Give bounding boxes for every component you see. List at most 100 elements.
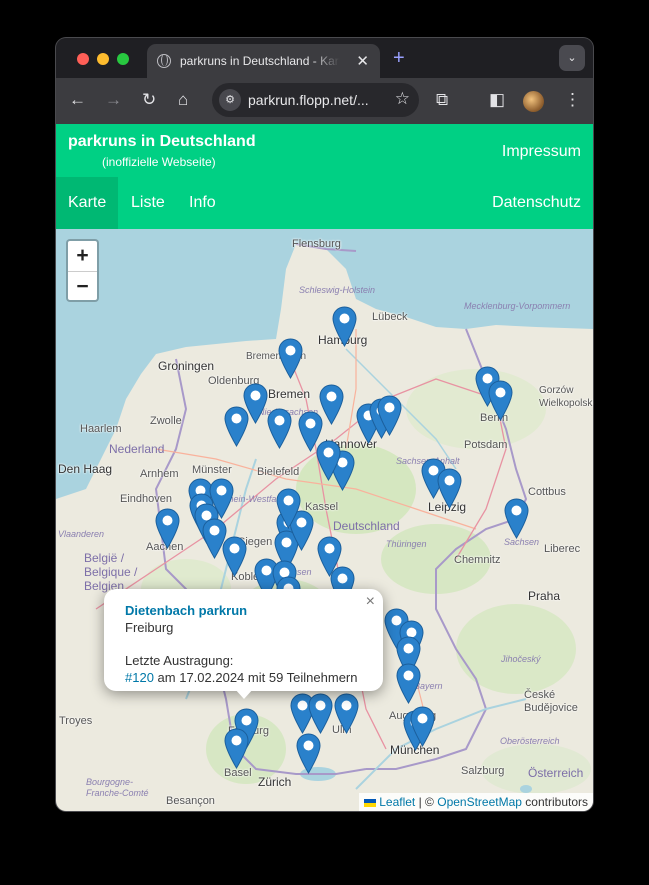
side-panel-icon[interactable]: ◧ bbox=[489, 90, 505, 110]
url-text: parkrun.flopp.net/... bbox=[248, 92, 369, 108]
tab-title: parkruns in Deutschland - Karte bbox=[180, 54, 340, 68]
city-label: Liberec bbox=[544, 543, 581, 555]
leaflet-link[interactable]: Leaflet bbox=[379, 795, 415, 809]
parkrun-marker[interactable] bbox=[436, 468, 462, 509]
extensions-icon[interactable]: ⧉ bbox=[436, 90, 448, 110]
city-label: Eindhoven bbox=[120, 493, 172, 505]
city-label: Haarlem bbox=[80, 423, 122, 435]
site-title[interactable]: parkruns in Deutschland bbox=[68, 133, 256, 151]
marker-popup: × Dietenbach parkrun Freiburg Letzte Aus… bbox=[104, 589, 383, 691]
zoom-control: + − bbox=[66, 239, 99, 302]
attribution-suffix: contributors bbox=[525, 795, 588, 809]
city-label: Bremen bbox=[268, 387, 311, 401]
close-window-button[interactable] bbox=[77, 53, 89, 65]
region-label: Schleswig-Holstein bbox=[299, 285, 376, 295]
region-label: Jihočeský bbox=[501, 654, 541, 664]
tab-bar: parkruns in Deutschland - Karte ✕ + ⌄ bbox=[56, 38, 593, 78]
new-tab-button[interactable]: + bbox=[393, 47, 405, 70]
minimize-window-button[interactable] bbox=[97, 53, 109, 65]
city-label: Potsdam bbox=[464, 439, 508, 451]
popup-last-label: Letzte Austragung: bbox=[125, 653, 234, 668]
back-icon[interactable]: ← bbox=[69, 90, 86, 110]
parkrun-marker[interactable] bbox=[275, 488, 301, 529]
nav-liste[interactable]: Liste bbox=[131, 177, 165, 229]
parkrun-marker[interactable] bbox=[295, 733, 321, 774]
city-label: Arnhem bbox=[140, 468, 179, 480]
osm-link[interactable]: OpenStreetMap bbox=[437, 795, 522, 809]
parkrun-marker[interactable] bbox=[277, 338, 303, 379]
nav-datenschutz[interactable]: Datenschutz bbox=[492, 177, 581, 229]
parkrun-marker[interactable] bbox=[208, 478, 234, 519]
map-attribution: Leaflet | © OpenStreetMap contributors bbox=[359, 793, 593, 811]
parkrun-marker[interactable] bbox=[376, 395, 402, 436]
region-label: Thüringen bbox=[386, 539, 427, 549]
parkrun-marker[interactable] bbox=[503, 498, 529, 539]
parkrun-marker[interactable] bbox=[331, 306, 357, 347]
parkrun-marker[interactable] bbox=[333, 693, 359, 734]
impressum-link[interactable]: Impressum bbox=[502, 143, 581, 161]
city-label: Besançon bbox=[166, 795, 215, 807]
city-label: Münster bbox=[192, 464, 232, 476]
parkrun-marker[interactable] bbox=[307, 693, 333, 734]
city-label: Gorzów Wielkopolski bbox=[539, 385, 593, 409]
city-label: Troyes bbox=[59, 715, 93, 727]
region-label: Mecklenburg-Vorpommern bbox=[464, 301, 571, 311]
address-bar[interactable]: ⚙ parkrun.flopp.net/... ☆ bbox=[212, 83, 419, 117]
city-label: Flensburg bbox=[292, 238, 341, 250]
city-label: České Budějovice bbox=[524, 689, 578, 714]
region-label: Oberösterreich bbox=[500, 736, 560, 746]
parkrun-marker[interactable] bbox=[154, 508, 180, 549]
country-label: Nederland bbox=[109, 442, 165, 456]
browser-toolbar: ← → ↻ ⌂ ⚙ parkrun.flopp.net/... ☆ ⧉ ◧ ⋮ bbox=[56, 78, 593, 124]
parkrun-marker[interactable] bbox=[487, 380, 513, 421]
popup-event-link[interactable]: #120 bbox=[125, 670, 154, 685]
profile-avatar[interactable] bbox=[523, 91, 544, 112]
browser-tab[interactable]: parkruns in Deutschland - Karte ✕ bbox=[147, 44, 380, 78]
site-subtitle: (inoffizielle Webseite) bbox=[102, 155, 216, 169]
parkrun-marker[interactable] bbox=[409, 706, 435, 747]
popup-close-icon[interactable]: × bbox=[366, 593, 375, 611]
popup-title-link[interactable]: Dietenbach parkrun bbox=[125, 603, 247, 618]
popup-city: Freiburg bbox=[125, 620, 174, 635]
map[interactable]: Schleswig-Holstein Mecklenburg-Vorpommer… bbox=[56, 229, 593, 811]
parkrun-marker[interactable] bbox=[315, 440, 341, 481]
browser-window: parkruns in Deutschland - Karte ✕ + ⌄ ← … bbox=[56, 38, 593, 811]
globe-icon bbox=[157, 54, 171, 68]
site-header: parkruns in Deutschland (inoffizielle We… bbox=[56, 124, 593, 177]
maximize-window-button[interactable] bbox=[117, 53, 129, 65]
ukraine-flag-icon bbox=[364, 798, 377, 807]
region-label: Bourgogne-Franche-Comté bbox=[86, 777, 149, 798]
nav-info[interactable]: Info bbox=[189, 177, 216, 229]
city-label: Praha bbox=[528, 589, 561, 603]
city-label: Zwolle bbox=[150, 415, 182, 427]
city-label: Cottbus bbox=[528, 486, 566, 498]
city-label: Bielefeld bbox=[257, 466, 300, 478]
forward-icon[interactable]: → bbox=[105, 90, 122, 110]
tab-search-button[interactable]: ⌄ bbox=[559, 45, 585, 71]
parkrun-marker[interactable] bbox=[266, 408, 292, 449]
popup-event-text: am 17.02.2024 mit 59 Teilnehmern bbox=[157, 670, 358, 685]
country-label: Österreich bbox=[528, 766, 584, 780]
parkrun-marker[interactable] bbox=[223, 406, 249, 447]
zoom-out-button[interactable]: − bbox=[68, 271, 97, 301]
site-settings-icon[interactable]: ⚙ bbox=[219, 89, 241, 111]
site-nav: Karte Liste Info Datenschutz bbox=[56, 177, 593, 229]
tab-close-icon[interactable]: ✕ bbox=[356, 52, 369, 70]
home-icon[interactable]: ⌂ bbox=[178, 90, 188, 110]
zoom-in-button[interactable]: + bbox=[68, 241, 97, 271]
city-label: Chemnitz bbox=[454, 554, 501, 566]
parkrun-marker[interactable] bbox=[395, 663, 421, 704]
region-label: Vlaanderen bbox=[58, 529, 105, 539]
parkrun-marker[interactable] bbox=[223, 728, 249, 769]
bookmark-star-icon[interactable]: ☆ bbox=[395, 89, 410, 109]
country-label: België / Belgique / Belgien bbox=[84, 551, 138, 593]
city-label: Zürich bbox=[258, 775, 292, 789]
nav-karte[interactable]: Karte bbox=[56, 177, 118, 229]
country-label: Deutschland bbox=[333, 519, 400, 533]
parkrun-marker[interactable] bbox=[221, 536, 247, 577]
attribution-separator: | © bbox=[418, 795, 434, 809]
reload-icon[interactable]: ↻ bbox=[142, 90, 156, 110]
menu-icon[interactable]: ⋮ bbox=[564, 90, 581, 110]
city-label: Groningen bbox=[158, 359, 215, 373]
city-label: Den Haag bbox=[58, 462, 113, 476]
